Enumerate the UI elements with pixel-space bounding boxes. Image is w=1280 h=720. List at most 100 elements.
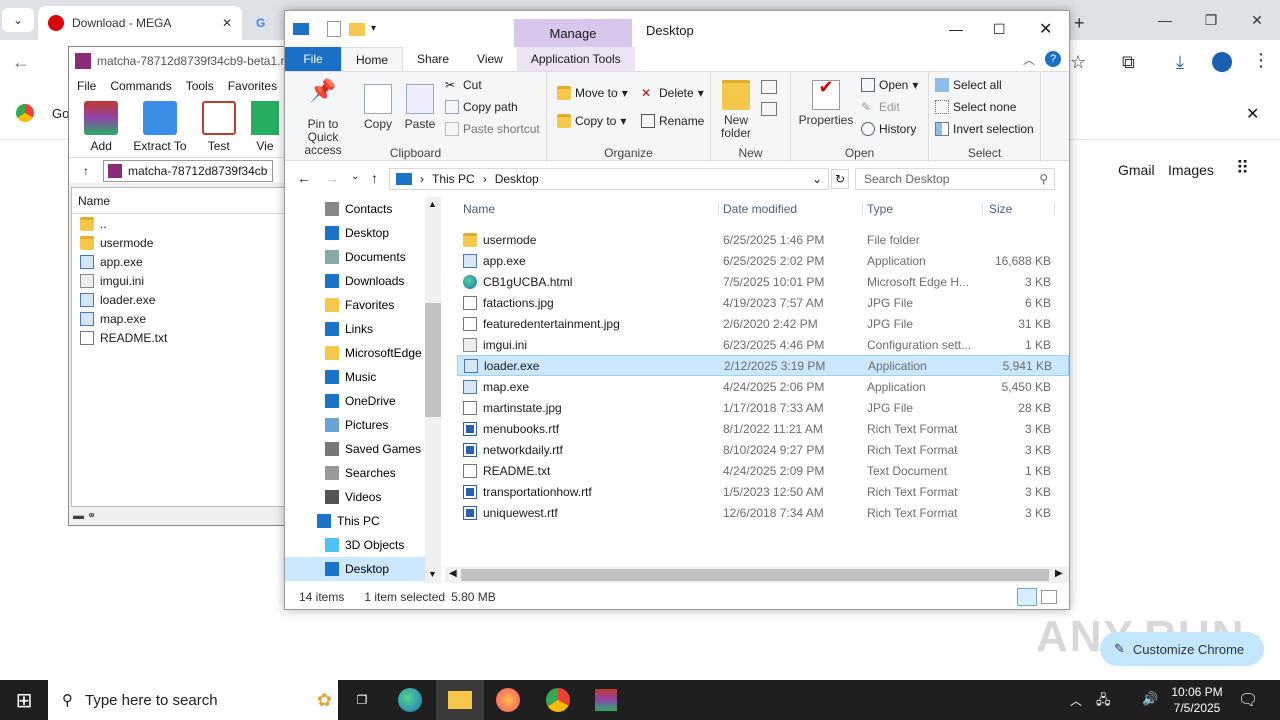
- minimize-icon[interactable]: —: [949, 21, 963, 37]
- list-item[interactable]: ..: [72, 214, 284, 233]
- nav-item-music[interactable]: Music: [285, 365, 441, 389]
- network-icon[interactable]: 🖧: [1096, 691, 1111, 713]
- refresh-icon[interactable]: ↻: [831, 169, 849, 189]
- list-item[interactable]: README.txt: [72, 328, 284, 347]
- taskbar-search-box[interactable]: ⚲ Type here to search ✿: [48, 680, 338, 720]
- file-row[interactable]: featuredentertainment.jpg 2/6/2020 2:42 P…: [457, 313, 1069, 334]
- delete-button[interactable]: ✕ Delete ▾: [641, 86, 704, 100]
- up-arrow-icon[interactable]: ↑: [371, 170, 378, 186]
- bookmark-star-icon[interactable]: ☆: [1070, 52, 1086, 73]
- column-size[interactable]: Size: [983, 202, 1055, 216]
- cut-button[interactable]: ✂ Cut: [445, 78, 482, 92]
- file-row[interactable]: martinstate.jpg 1/17/2018 7:33 AM JPG File…: [457, 397, 1069, 418]
- winrar-taskbar-button[interactable]: [582, 680, 630, 720]
- clock[interactable]: 10:06 PM 7/5/2025: [1164, 684, 1230, 716]
- nav-scrollbar[interactable]: ▲ ▼: [425, 197, 441, 583]
- move-to-button[interactable]: Move to ▾: [557, 86, 628, 100]
- close-icon[interactable]: ✕: [1039, 19, 1052, 39]
- file-row[interactable]: README.txt 4/24/2025 2:09 PM Text Document…: [457, 460, 1069, 481]
- apps-grid-icon[interactable]: ⠿: [1236, 158, 1249, 179]
- scroll-down-icon[interactable]: ▼: [428, 569, 437, 579]
- notifications-icon[interactable]: 🗨: [1238, 690, 1258, 710]
- chrome-taskbar-button[interactable]: [534, 680, 582, 720]
- minimize-icon[interactable]: —: [1142, 6, 1188, 34]
- chrome-tab-mega[interactable]: Download - MEGA ✕: [38, 6, 242, 40]
- copy-to-button[interactable]: Copy to ▾: [557, 114, 626, 128]
- history-button[interactable]: History: [861, 122, 916, 136]
- bookmark-label[interactable]: Go: [52, 106, 69, 121]
- column-date-modified[interactable]: Date modified: [719, 202, 863, 216]
- address-bar[interactable]: › This PC › Desktop ⌄: [389, 168, 829, 190]
- list-item[interactable]: map.exe: [72, 309, 284, 328]
- file-row[interactable]: app.exe 6/25/2025 2:02 PM Application 16,68…: [457, 250, 1069, 271]
- scroll-right-icon[interactable]: ▶: [1055, 568, 1063, 579]
- file-row[interactable]: loader.exe 2/12/2025 3:19 PM Application 5,…: [457, 355, 1069, 376]
- tab-file[interactable]: File: [285, 47, 341, 71]
- help-icon[interactable]: ?: [1045, 51, 1061, 67]
- firefox-taskbar-button[interactable]: [484, 680, 532, 720]
- nav-item-contacts[interactable]: Contacts: [285, 197, 441, 221]
- extract-to-button[interactable]: Extract To: [133, 101, 187, 153]
- properties-button[interactable]: ✔ Properties: [795, 78, 857, 127]
- forward-icon[interactable]: →: [325, 170, 339, 186]
- nav-item-searches[interactable]: Searches: [285, 461, 441, 485]
- scroll-thumb[interactable]: [461, 569, 1049, 581]
- nav-item-3d-objects[interactable]: 3D Objects: [285, 533, 441, 557]
- nav-item-this-pc[interactable]: This PC: [285, 509, 441, 533]
- menu-icon[interactable]: ⋮: [1252, 50, 1270, 71]
- volume-icon[interactable]: 🔊: [1142, 691, 1158, 707]
- menu-file[interactable]: File: [77, 79, 96, 93]
- list-item[interactable]: loader.exe: [72, 290, 284, 309]
- close-icon[interactable]: ✕: [222, 16, 232, 30]
- breadcrumb-this-pc[interactable]: This PC: [432, 172, 475, 186]
- nav-item-downloads[interactable]: Downloads: [285, 269, 441, 293]
- chrome-tab-google[interactable]: G: [246, 6, 286, 40]
- nav-item-desktop[interactable]: Desktop: [285, 557, 441, 581]
- test-button[interactable]: Test: [193, 101, 245, 153]
- edit-button[interactable]: ✎ Edit: [861, 100, 900, 114]
- paste-button[interactable]: Paste: [403, 84, 437, 131]
- tab-view[interactable]: View: [463, 47, 517, 71]
- new-folder-button[interactable]: New folder: [719, 80, 753, 140]
- images-link[interactable]: Images: [1168, 162, 1214, 178]
- invert-selection-button[interactable]: Invert selection: [935, 122, 1034, 136]
- start-button[interactable]: ⊞: [0, 680, 48, 720]
- select-all-button[interactable]: Select all: [935, 78, 1002, 92]
- up-arrow-icon[interactable]: ↑: [83, 164, 89, 178]
- maximize-icon[interactable]: ☐: [993, 21, 1006, 38]
- nav-item-saved-games[interactable]: Saved Games: [285, 437, 441, 461]
- nav-item-links[interactable]: Links: [285, 317, 441, 341]
- details-view-icon[interactable]: [1017, 588, 1037, 606]
- open-button[interactable]: Open ▾: [861, 78, 918, 92]
- nav-item-microsoftedge[interactable]: MicrosoftEdge: [285, 341, 441, 365]
- column-name[interactable]: Name: [457, 202, 719, 216]
- tab-share[interactable]: Share: [403, 47, 463, 71]
- breadcrumb-desktop[interactable]: Desktop: [495, 172, 539, 186]
- add-button[interactable]: Add: [75, 101, 127, 153]
- tray-overflow-icon[interactable]: ︿: [1070, 692, 1082, 709]
- nav-item-pictures[interactable]: Pictures: [285, 413, 441, 437]
- file-row[interactable]: fatactions.jpg 4/19/2023 7:57 AM JPG File 6…: [457, 292, 1069, 313]
- nav-item-documents[interactable]: Documents: [285, 245, 441, 269]
- scroll-up-icon[interactable]: ▲: [428, 199, 437, 209]
- collapse-ribbon-icon[interactable]: ︿: [1023, 51, 1035, 68]
- file-row[interactable]: networkdaily.rtf 8/10/2024 9:27 PM Rich Te…: [457, 439, 1069, 460]
- search-box[interactable]: Search Desktop ⚲: [855, 168, 1055, 190]
- menu-commands[interactable]: Commands: [110, 79, 171, 93]
- properties-quick-icon[interactable]: [327, 21, 341, 37]
- nav-item-favorites[interactable]: Favorites: [285, 293, 441, 317]
- file-row[interactable]: transportationhow.rtf 1/5/2023 12:50 AM Ri…: [457, 481, 1069, 502]
- nav-item-videos[interactable]: Videos: [285, 485, 441, 509]
- large-icons-view-icon[interactable]: [1041, 590, 1057, 604]
- restore-icon[interactable]: ❐: [1188, 6, 1234, 34]
- list-item[interactable]: imgui.ini: [72, 271, 284, 290]
- tab-search-button[interactable]: ⌄: [2, 8, 34, 32]
- gmail-link[interactable]: Gmail: [1118, 162, 1155, 178]
- close-icon[interactable]: ✕: [1246, 104, 1259, 124]
- file-row[interactable]: map.exe 4/24/2025 2:06 PM Application 5,450…: [457, 376, 1069, 397]
- scroll-thumb[interactable]: [425, 303, 441, 417]
- copy-button[interactable]: Copy: [361, 84, 395, 131]
- file-row[interactable]: uniquewest.rtf 12/6/2018 7:34 AM Rich Text…: [457, 502, 1069, 523]
- menu-tools[interactable]: Tools: [186, 79, 214, 93]
- list-item[interactable]: usermode: [72, 233, 284, 252]
